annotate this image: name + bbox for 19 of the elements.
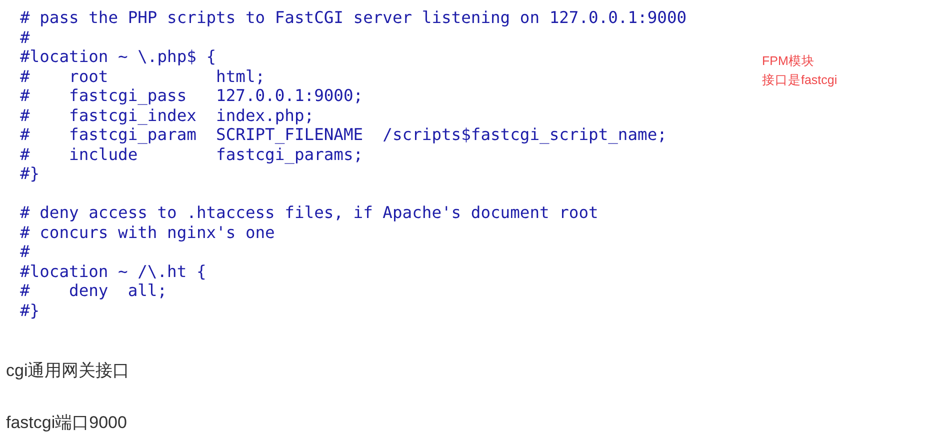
annotation-note: 接口是fastcgi <box>762 72 838 89</box>
paragraph: fastcgi端口9000 <box>6 412 128 434</box>
code-line: # concurs with nginx's one <box>20 222 276 242</box>
code-line: # deny all; <box>20 281 168 300</box>
code-line: #} <box>20 164 41 184</box>
code-line: # fastcgi_param SCRIPT_FILENAME /scripts$fastcgi_script_name; <box>20 125 668 144</box>
code-line: # pass the PHP scripts to FastCGI server listening on 127.0.0.1:9000 <box>20 8 688 28</box>
code-line: #} <box>20 300 41 320</box>
annotation-note: FPM模块 <box>762 53 816 70</box>
code-line: # <box>20 242 31 262</box>
paragraph: cgi通用网关接口 <box>6 360 131 382</box>
code-line: # fastcgi_pass 127.0.0.1:9000; <box>20 86 364 106</box>
code-line: # deny access to .htaccess files, if Apache's document root <box>20 203 600 222</box>
code-line: #location ~ \.php$ { <box>20 47 218 66</box>
code-line: # root html; <box>20 66 266 86</box>
code-line: # fastcgi_index index.php; <box>20 106 316 125</box>
code-line: # include fastcgi_params; <box>20 144 364 164</box>
code-line: # <box>20 28 31 47</box>
code-line: #location ~ /\.ht { <box>20 262 208 281</box>
